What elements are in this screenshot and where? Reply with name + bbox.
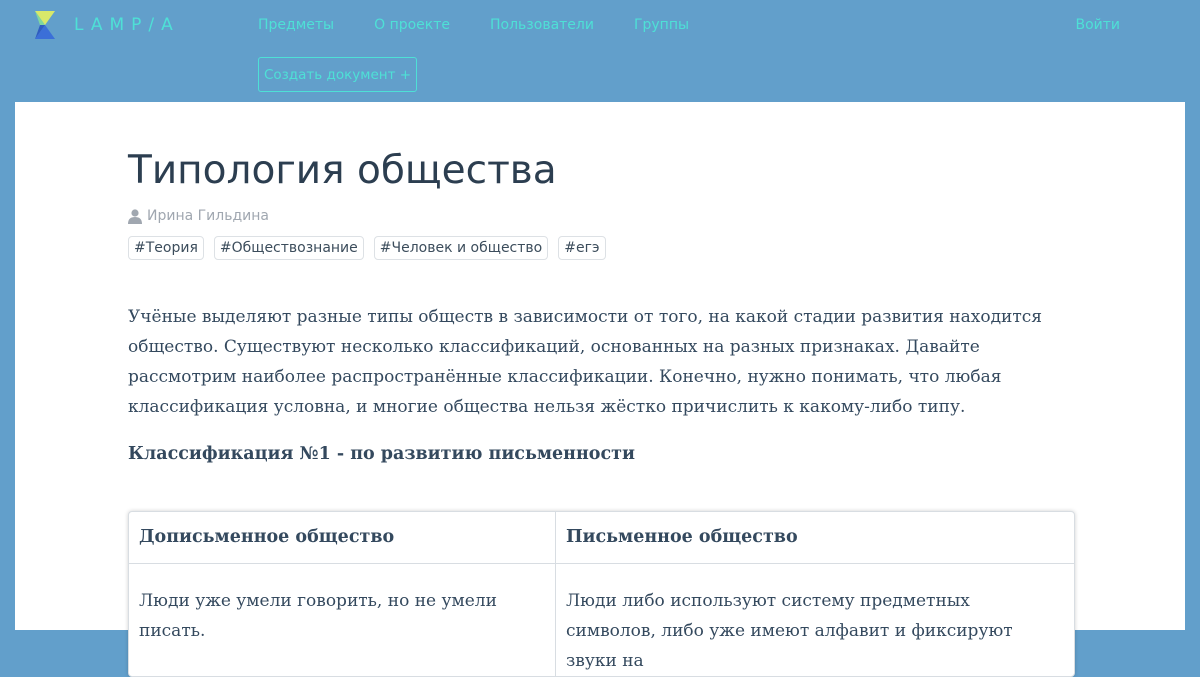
tag-ege[interactable]: #егэ [558,236,606,260]
logo[interactable]: LAMP/A [34,10,180,40]
classification-table: Дописьменное общество Письменное обществ… [128,511,1075,677]
page-title: Типология общества [128,148,557,193]
intro-paragraph: Учёные выделяют разные типы обществ в за… [128,307,1043,417]
table-cell: Люди уже умели говорить, но не умели пис… [129,563,556,676]
table-header-cell: Дописьменное общество [129,512,556,564]
tag-social-studies[interactable]: #Обществознание [213,236,364,260]
tag-human-and-society[interactable]: #Человек и общество [373,236,549,260]
section-heading: Классификация №1 - по развитию письменно… [128,444,635,464]
article-card: Типология общества Ирина Гильдина #Теори… [15,102,1185,677]
table-header-cell: Письменное общество [555,512,1074,564]
nav-item-subjects[interactable]: Предметы [258,17,334,33]
lampa-logo-icon [35,11,55,39]
table-row: Люди уже умели говорить, но не умели пис… [129,563,1074,676]
login-link[interactable]: Войти [1075,17,1120,33]
nav-item-about[interactable]: О проекте [374,17,450,33]
main-nav: Предметы О проекте Пользователи Группы [258,17,729,33]
tag-list: #Теория #Обществознание #Человек и общес… [128,236,616,260]
table-header-row: Дописьменное общество Письменное обществ… [129,512,1074,564]
logo-text: LAMP/A [74,15,180,35]
tag-theory[interactable]: #Теория [128,236,204,260]
nav-item-users[interactable]: Пользователи [490,17,594,33]
create-document-button[interactable]: Создать документ + [258,57,417,92]
table-cell: Люди либо используют систему предметных … [566,591,1013,671]
nav-item-groups[interactable]: Группы [634,17,689,33]
author[interactable]: Ирина Гильдина [128,208,269,224]
author-name: Ирина Гильдина [147,208,269,224]
user-icon [128,208,142,224]
